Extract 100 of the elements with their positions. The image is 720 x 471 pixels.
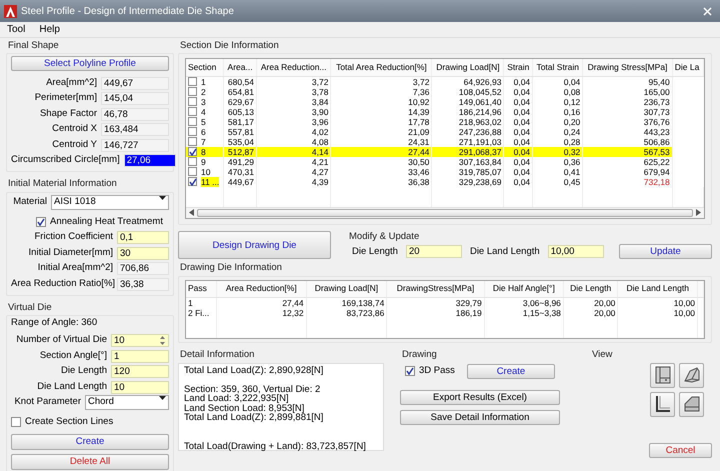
row-checkbox[interactable] — [188, 147, 197, 156]
menu-item[interactable]: Tool — [0, 24, 32, 35]
table-cell: 0,04 — [514, 96, 530, 107]
table-cell: 625,22 — [644, 156, 670, 167]
row-checkbox[interactable] — [188, 167, 197, 176]
table-cell: 0,36 — [564, 156, 580, 167]
column-header[interactable]: Die La — [672, 59, 704, 76]
column-header[interactable]: Strain — [504, 59, 533, 76]
input-field[interactable]: 10 — [111, 380, 169, 394]
menu-item[interactable]: Help — [32, 24, 67, 35]
create-button[interactable]: Create — [11, 434, 169, 450]
spin-field[interactable]: 10 — [111, 334, 169, 347]
scroll-right-icon[interactable] — [696, 209, 701, 216]
value-field: 163,484 — [101, 123, 169, 136]
field-label: Centroid Y — [51, 140, 98, 150]
row-checkbox[interactable] — [188, 137, 197, 146]
column-header[interactable]: Area... — [224, 59, 256, 76]
row-checkbox[interactable] — [188, 87, 197, 96]
view-button[interactable] — [650, 392, 675, 417]
input-field[interactable]: 0,1 — [117, 231, 169, 244]
column-header[interactable]: Section — [186, 59, 224, 76]
table-cell: 95,40 — [648, 76, 670, 87]
detail-textarea[interactable]: Total Land Load(Z): 2,890,928[N] Section: 359, 360, Vertual Die: 2 Land Load: 3,222,935[N] Land Section Load: 8,953[N] Total Land Load(Z): 2,899,881[N] Total Load(Drawing + Land): 83,723,857[N] — [178, 362, 384, 451]
table-cell: 6 — [201, 126, 206, 137]
row-checkbox[interactable] — [188, 97, 197, 106]
column-header[interactable]: Area Reduction... — [256, 59, 331, 76]
pass3d-checkbox[interactable] — [405, 366, 415, 376]
checkbox-label: Create Section Lines — [25, 416, 114, 428]
input-field[interactable]: 10,00 — [548, 245, 604, 258]
table-cell: 21,09 — [408, 126, 430, 137]
detail-line: Land Section Load: 8,953[N] — [184, 404, 304, 414]
window-title: Steel Profile - Design of Intermediate Die Shape — [21, 6, 235, 16]
row-checkbox[interactable] — [188, 177, 197, 186]
knot-dropdown[interactable]: Chord — [85, 395, 169, 410]
export-results-button[interactable]: Export Results (Excel) — [400, 390, 560, 405]
column-header[interactable]: DrawingStress[MPa] — [386, 280, 484, 298]
table-cell: 9 — [201, 156, 206, 167]
save-detail-button[interactable]: Save Detail Information — [400, 410, 560, 425]
material-dropdown[interactable]: AISI 1018 — [51, 195, 169, 210]
column-header[interactable]: Drawing Load[N] — [432, 59, 504, 76]
table-cell: 3,72 — [412, 76, 430, 87]
group-title: Section Die Information — [180, 41, 279, 52]
table-cell: 1,15~3,38 — [522, 308, 561, 318]
detail-line: Total Land Load(Z): 2,899,881[N] — [184, 413, 324, 423]
input-field[interactable]: 20 — [406, 245, 462, 258]
column-header[interactable]: Pass — [186, 280, 216, 298]
table-cell: 4,08 — [312, 136, 328, 147]
row-checkbox[interactable] — [188, 107, 197, 116]
field-label: Shape Factor — [38, 108, 98, 120]
table-cell: 4,21 — [312, 156, 328, 167]
row-checkbox[interactable] — [188, 127, 197, 136]
column-header[interactable]: Total Area Reduction[%] — [330, 59, 432, 76]
table-cell: 307,163,84 — [458, 156, 502, 167]
table-cell: 0,12 — [564, 96, 580, 107]
table-cell: 236,73 — [644, 96, 670, 107]
close-icon[interactable] — [703, 6, 712, 16]
value-field: 145,04 — [101, 92, 169, 106]
panel-view-icon — [654, 366, 672, 384]
column-header[interactable]: Die Land Length — [618, 280, 698, 298]
table-cell: 4,14 — [312, 146, 328, 157]
annealing-checkbox[interactable] — [36, 217, 46, 228]
column-header[interactable]: Total Strain — [532, 59, 583, 76]
delete-all-button[interactable]: Delete All — [11, 454, 169, 470]
table-cell: 0,41 — [564, 166, 580, 177]
column-header[interactable]: Area Reduction[%] — [216, 280, 306, 298]
row-checkbox[interactable] — [188, 117, 197, 126]
input-field[interactable]: 120 — [111, 365, 169, 378]
value-field: 46,78 — [101, 108, 169, 121]
update-button[interactable]: Update — [619, 244, 712, 260]
table-cell: 149,061,40 — [458, 96, 502, 107]
view-button[interactable] — [679, 362, 704, 388]
table-cell: 247,236,88 — [458, 126, 502, 137]
field-label: Area Reduction Ratio[%] — [11, 278, 116, 290]
design-drawing-die-button[interactable]: Design Drawing Die — [178, 231, 331, 260]
column-header[interactable]: Drawing Load[N] — [306, 280, 387, 298]
table-cell: 271,191,03 — [458, 136, 502, 147]
column-header[interactable]: Die Length — [563, 280, 618, 298]
field-label: Friction Coefficient — [34, 232, 114, 243]
table-cell: 307,73 — [644, 106, 670, 117]
cancel-button[interactable]: Cancel — [649, 442, 712, 458]
input-field[interactable]: 1 — [111, 350, 169, 362]
table-cell: 186,214,96 — [458, 106, 502, 117]
row-checkbox[interactable] — [188, 157, 197, 166]
scrollbar-thumb[interactable] — [197, 208, 693, 217]
section-lines-checkbox[interactable] — [11, 417, 21, 427]
row-checkbox[interactable] — [188, 77, 197, 86]
select-profile-button[interactable]: Select Polyline Profile — [11, 56, 169, 72]
table-cell: 605,13 — [228, 106, 254, 117]
create-button[interactable]: Create — [466, 364, 555, 379]
input-field[interactable]: 30 — [117, 246, 169, 260]
column-header[interactable]: Drawing Stress[MPa] — [582, 59, 672, 76]
view-button[interactable] — [650, 362, 675, 388]
table-cell: 0,24 — [564, 126, 580, 137]
table-cell: 3,84 — [312, 96, 328, 107]
table-cell: 0,04 — [514, 136, 530, 147]
view-button[interactable] — [679, 392, 704, 417]
table-cell: 567,53 — [644, 146, 670, 157]
scroll-left-icon[interactable] — [189, 209, 194, 216]
table-cell: 0,16 — [564, 106, 580, 117]
column-header[interactable]: Die Half Angle[°] — [484, 280, 564, 298]
